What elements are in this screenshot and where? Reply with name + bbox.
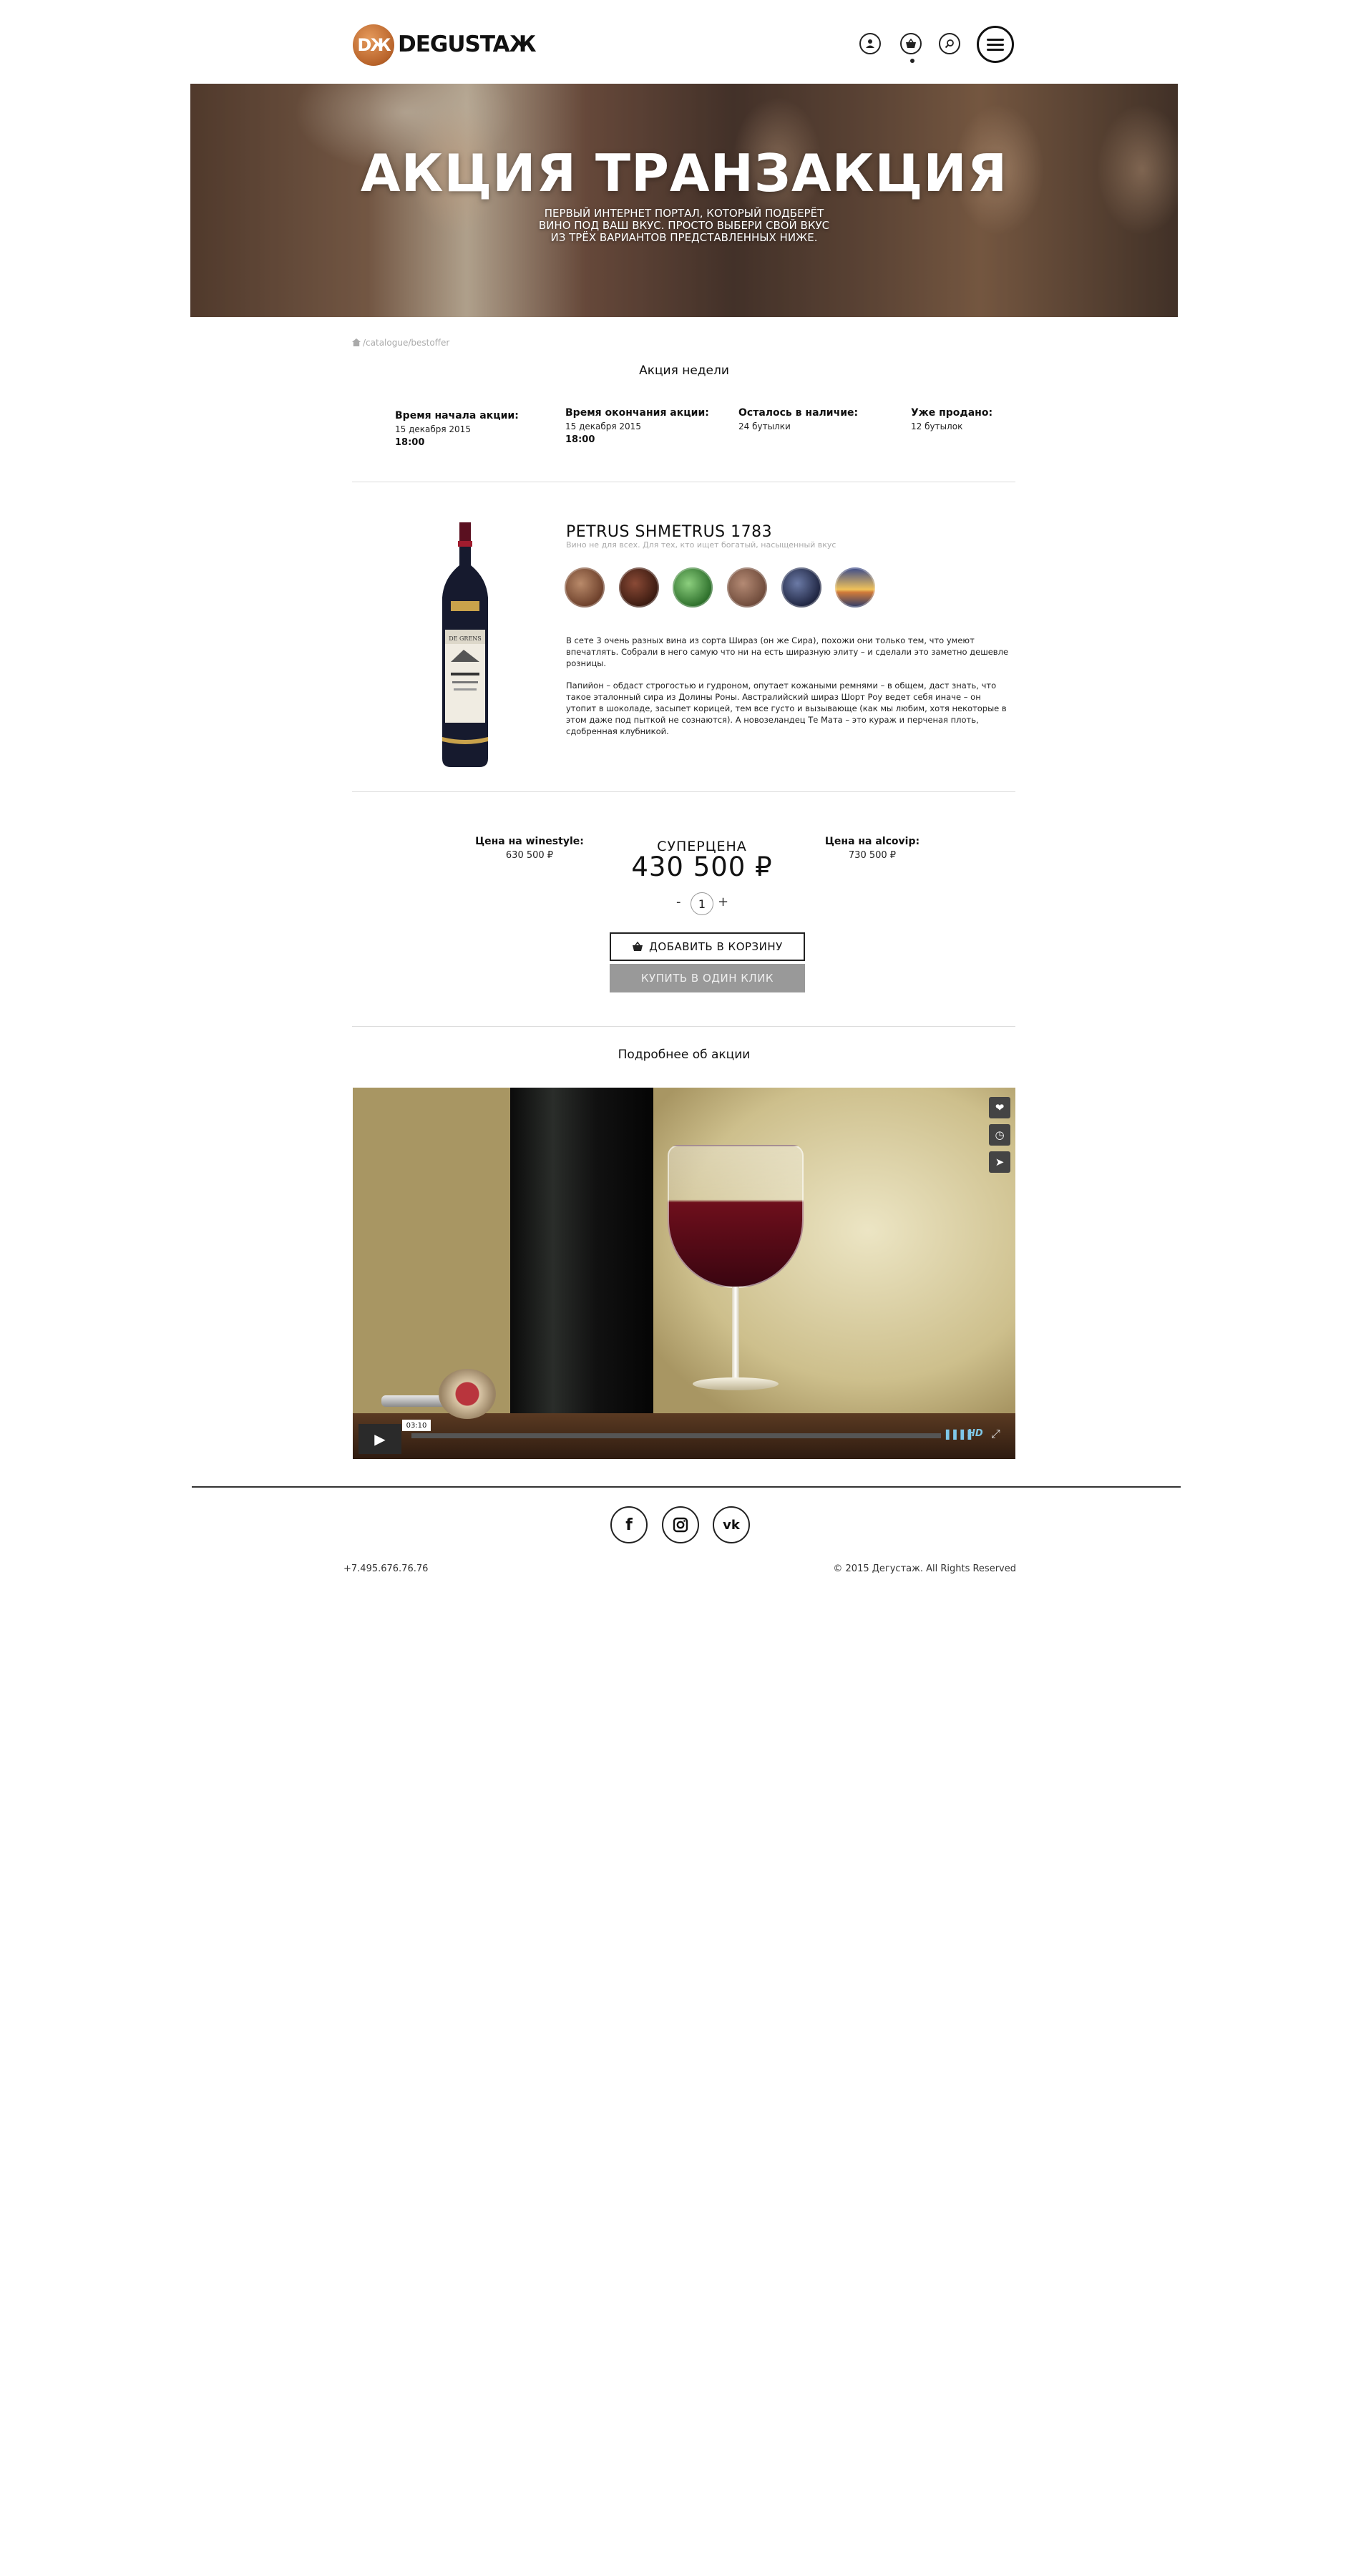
footer-divider	[192, 1486, 1181, 1488]
menu-button[interactable]	[977, 26, 1014, 63]
quantity-increment-button[interactable]: +	[718, 894, 728, 909]
buy-one-click-label: КУПИТЬ В ОДИН КЛИК	[640, 972, 774, 985]
spice-aroma-icon[interactable]	[565, 567, 605, 608]
product-description-2: Папийон – обдаст строгостью и гудроном, …	[566, 680, 1007, 736]
stat-sold: Уже продано: 12 бутылок	[911, 407, 992, 431]
video-frame-bottle	[510, 1088, 653, 1431]
stat-date: 12 бутылок	[911, 421, 963, 431]
stat-date: 15 декабря 2015	[395, 424, 471, 434]
breadcrumb-path[interactable]: /catalogue/bestoffer	[363, 338, 449, 348]
hero-title: АКЦИЯ ТРАНЗАКЦИЯ	[360, 143, 1008, 203]
stat-date: 15 декабря 2015	[565, 421, 641, 431]
search-icon[interactable]	[939, 33, 960, 54]
price-label: Цена на winestyle:	[475, 836, 584, 847]
blueberry-aroma-icon[interactable]	[781, 567, 821, 608]
product-name: PETRUS SHMETRUS 1783	[566, 523, 773, 541]
product-tagline: Вино не для всех. Для тех, кто ищет бога…	[566, 540, 836, 550]
hero-subtitle: ПЕРВЫЙ ИНТЕРНЕТ ПОРТАЛ, КОТОРЫЙ ПОДБЕРЁТ…	[538, 207, 830, 244]
video-frame-glass	[668, 1145, 804, 1288]
vk-icon[interactable]: vk	[713, 1506, 750, 1543]
price-winestyle: Цена на winestyle: 630 500 ₽	[472, 836, 587, 861]
details-title: Подробнее об акции	[618, 1048, 751, 1062]
add-to-cart-label: ДОБАВИТЬ В КОРЗИНУ	[649, 940, 783, 953]
like-icon[interactable]: ❤	[989, 1097, 1010, 1118]
cocoa-aroma-icon[interactable]	[727, 567, 767, 608]
video-frame-glass-stem	[732, 1287, 739, 1380]
cart-indicator-dot	[910, 59, 914, 63]
logo-mark[interactable]: DЖ	[353, 24, 394, 66]
video-frame-glass-base	[693, 1377, 779, 1390]
product-description-1: В сете 3 очень разных вина из сорта Шира…	[566, 635, 1009, 668]
hd-toggle[interactable]: HD	[967, 1428, 983, 1439]
stat-time: 18:00	[395, 437, 425, 448]
footer-copyright: © 2015 Дегустаж. All Rights Reserved	[833, 1563, 1016, 1574]
logo-text[interactable]: DEGUSTAЖ	[398, 31, 537, 57]
svg-text:DE GRENS: DE GRENS	[449, 635, 482, 642]
buy-one-click-button[interactable]: КУПИТЬ В ОДИН КЛИК	[610, 964, 805, 992]
price-value: 730 500 ₽	[848, 850, 897, 861]
stat-label: Время окончания акции:	[565, 407, 709, 419]
product-bottle-image: DE GRENS	[429, 522, 501, 773]
stat-start: Время начала акции: 15 декабря 2015 18:0…	[395, 410, 519, 448]
price-label: Цена на alcovip:	[824, 836, 920, 847]
basket-icon	[633, 942, 643, 951]
coffee-aroma-icon[interactable]	[619, 567, 659, 608]
promo-title: Акция недели	[639, 364, 729, 378]
stat-label: Время начала акции:	[395, 410, 519, 421]
divider	[352, 1026, 1015, 1027]
fullscreen-icon[interactable]: ⤢	[991, 1427, 1000, 1441]
stat-date: 24 бутылки	[738, 421, 791, 431]
menu-icon	[987, 38, 1004, 41]
herb-aroma-icon[interactable]	[673, 567, 713, 608]
stat-end: Время окончания акции: 15 декабря 2015 1…	[565, 407, 709, 445]
stat-time: 18:00	[565, 434, 595, 445]
breadcrumb[interactable]: /catalogue/bestoffer	[352, 338, 449, 348]
video-timestamp: 03:10	[402, 1420, 431, 1431]
divider	[352, 791, 1015, 792]
home-icon[interactable]	[352, 338, 361, 346]
stat-label: Уже продано:	[911, 407, 993, 419]
play-icon: ▶	[374, 1430, 386, 1448]
quantity-value[interactable]: 1	[691, 892, 713, 915]
price-value: 630 500 ₽	[505, 850, 554, 861]
video-progress-track[interactable]	[411, 1433, 941, 1438]
price-alcovip: Цена на alcovip: 730 500 ₽	[815, 836, 930, 861]
watch-later-icon[interactable]: ◷	[989, 1124, 1010, 1146]
share-icon[interactable]: ➤	[989, 1151, 1010, 1173]
play-button[interactable]: ▶	[358, 1424, 401, 1454]
sunset-aroma-icon[interactable]	[835, 567, 875, 608]
stat-label: Осталось в наличие:	[738, 407, 859, 419]
instagram-icon[interactable]	[662, 1506, 699, 1543]
video-frame-cork	[439, 1369, 496, 1419]
basket-icon[interactable]	[900, 33, 922, 54]
stat-stock: Осталось в наличие: 24 бутылки	[738, 407, 858, 431]
quantity-decrement-button[interactable]: -	[676, 894, 681, 909]
footer-phone[interactable]: +7.495.676.76.76	[343, 1563, 428, 1574]
facebook-icon[interactable]: f	[610, 1506, 648, 1543]
add-to-cart-button[interactable]: ДОБАВИТЬ В КОРЗИНУ	[610, 932, 805, 961]
user-icon[interactable]	[859, 33, 881, 54]
video-player[interactable]	[353, 1088, 1015, 1459]
super-price-value: 430 500 ₽	[631, 852, 773, 882]
